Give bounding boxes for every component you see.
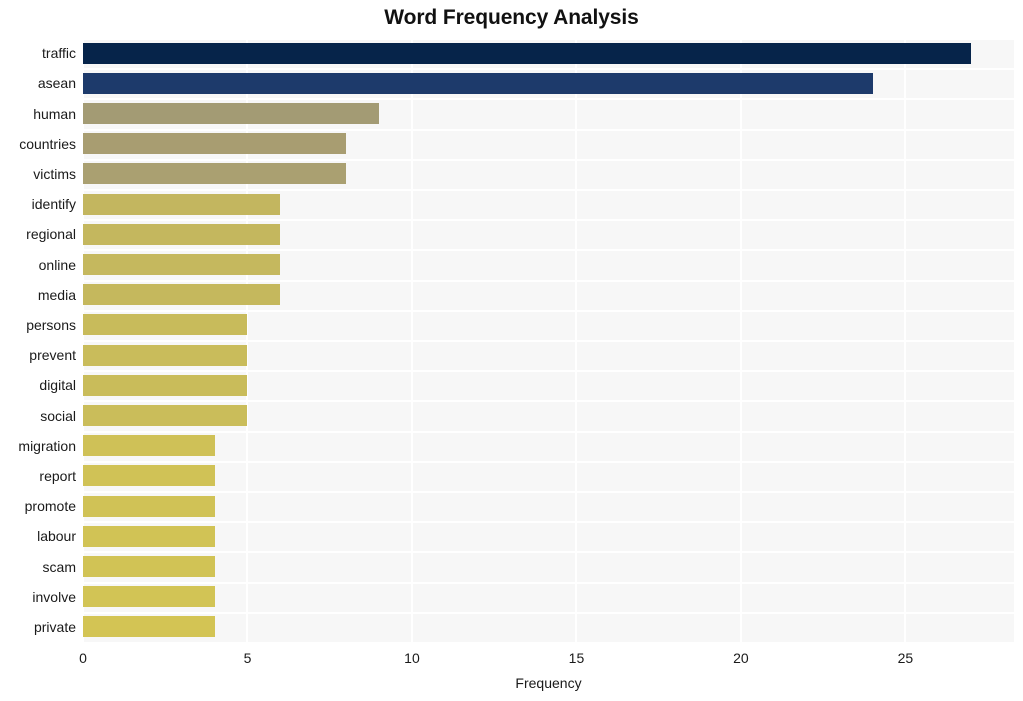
bar <box>83 405 248 426</box>
bar <box>83 72 873 94</box>
y-axis-tick-label: private <box>33 618 76 635</box>
y-axis-tick-label: regional <box>26 226 76 243</box>
y-axis-tick-label: report <box>39 467 76 484</box>
y-axis-tick-label: media <box>37 286 76 303</box>
y-axis-tick-label: social <box>40 407 76 424</box>
y-axis-tick-label: human <box>33 105 76 122</box>
bar <box>83 465 215 487</box>
y-axis-tick-label: traffic <box>42 45 76 62</box>
bar <box>83 42 972 64</box>
bar <box>83 525 215 547</box>
y-axis-tick-label: labour <box>37 528 76 545</box>
gridline-horizontal <box>83 310 1014 312</box>
gridline-horizontal <box>83 370 1014 372</box>
gridline-horizontal <box>83 612 1014 614</box>
bar <box>83 163 347 185</box>
chart-title: Word Frequency Analysis <box>384 6 639 29</box>
word-frequency-bar-chart: Word Frequency Analysis traffic asean huma… <box>0 0 1023 701</box>
x-axis-tick-label: 15 <box>568 650 585 666</box>
gridline-horizontal <box>83 431 1014 433</box>
gridline-horizontal <box>83 400 1014 402</box>
x-axis-tick-labels: 0 5 10 15 20 25 <box>0 650 1023 670</box>
gridline-horizontal <box>83 551 1014 553</box>
x-axis-tick-label: 0 <box>79 650 87 666</box>
gridline-horizontal <box>83 461 1014 463</box>
bar <box>83 495 215 517</box>
bar <box>83 556 215 577</box>
gridline-horizontal <box>83 129 1014 131</box>
bar <box>83 616 215 638</box>
y-axis-tick-label: promote <box>24 498 76 515</box>
y-axis-tick-label: asean <box>37 75 76 92</box>
y-axis-tick-label: countries <box>19 135 76 152</box>
y-axis-tick-label: migration <box>18 437 76 454</box>
bar <box>83 223 281 245</box>
y-axis-tick-label: scam <box>42 558 76 575</box>
bar <box>83 586 215 608</box>
gridline-horizontal <box>83 340 1014 342</box>
gridline-horizontal <box>83 491 1014 493</box>
bar <box>83 314 248 336</box>
x-axis-title: Frequency <box>515 675 582 691</box>
y-axis-tick-labels: traffic asean human countries victims identif… <box>0 38 76 642</box>
bar <box>83 284 281 306</box>
y-axis-tick-label: prevent <box>29 347 76 364</box>
x-axis-tick-label: 25 <box>897 650 914 666</box>
x-axis-tick-label: 10 <box>404 650 420 666</box>
bar <box>83 103 380 124</box>
y-axis-tick-label: online <box>38 256 76 273</box>
gridline-horizontal <box>83 159 1014 161</box>
y-axis-tick-label: involve <box>32 588 76 605</box>
gridline-horizontal <box>83 38 1014 40</box>
bar <box>83 193 281 215</box>
gridline-horizontal <box>83 280 1014 282</box>
bar <box>83 344 248 366</box>
y-axis-tick-label: digital <box>39 377 76 394</box>
y-axis-tick-label: identify <box>31 196 76 213</box>
bar <box>83 133 347 155</box>
gridline-horizontal <box>83 98 1014 100</box>
gridline-horizontal <box>83 68 1014 70</box>
plot-area <box>83 38 1014 642</box>
gridline-horizontal <box>83 249 1014 251</box>
y-axis-tick-label: victims <box>33 165 76 182</box>
bar <box>83 435 215 457</box>
gridline-horizontal <box>83 521 1014 523</box>
gridline-horizontal <box>83 219 1014 221</box>
y-axis-tick-label: persons <box>26 316 76 333</box>
x-axis-tick-label: 20 <box>733 650 749 666</box>
gridline-horizontal <box>83 582 1014 584</box>
x-axis-tick-label: 5 <box>243 650 252 666</box>
gridline-horizontal <box>83 189 1014 191</box>
bar <box>83 374 248 396</box>
bar <box>83 254 281 275</box>
